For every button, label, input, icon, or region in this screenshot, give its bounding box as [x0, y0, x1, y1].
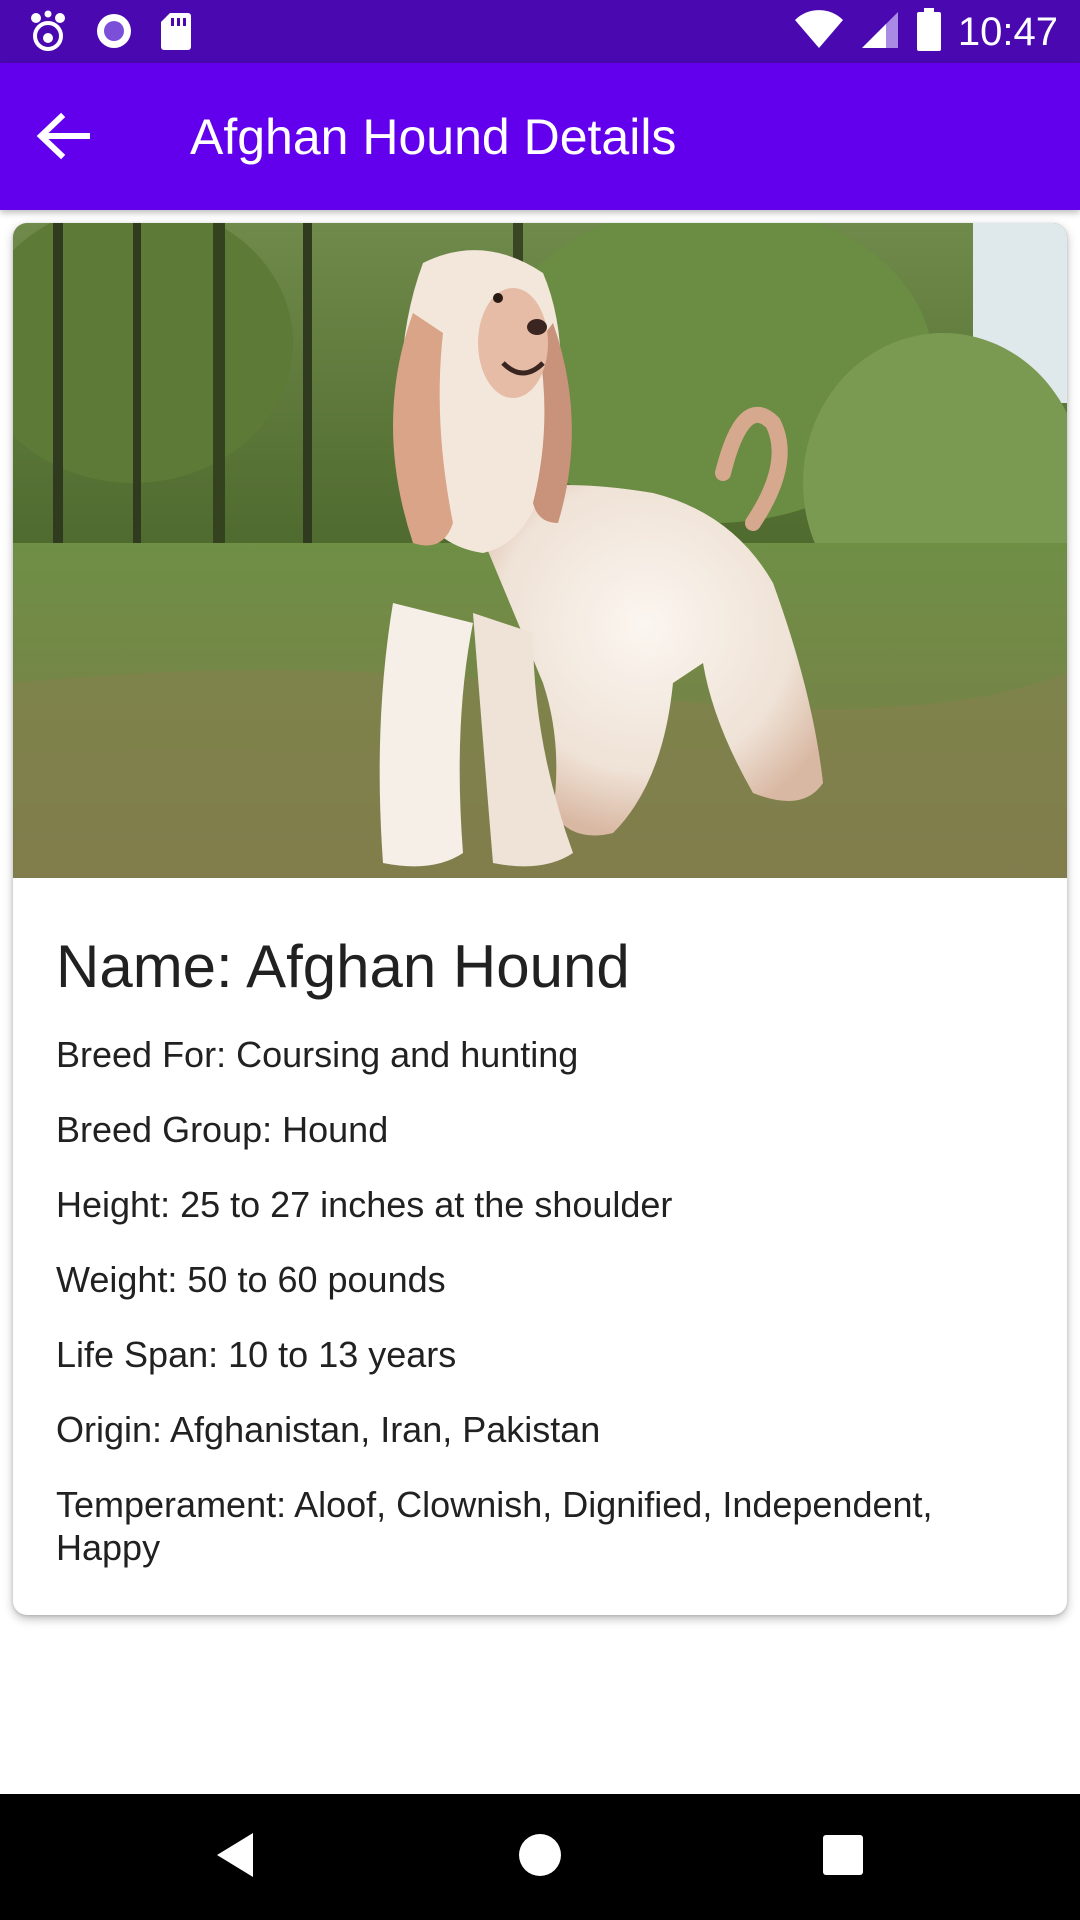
breed-name: Name: Afghan Hound — [56, 933, 630, 1000]
life-span-text: Life Span: 10 to 13 years — [56, 1334, 457, 1375]
back-button[interactable] — [22, 103, 104, 173]
wifi-icon — [794, 9, 844, 55]
nav-recents-button[interactable] — [808, 1824, 878, 1890]
home-circle-icon — [517, 1832, 563, 1883]
dog-photo — [13, 223, 1067, 878]
sd-card-icon — [160, 11, 192, 56]
system-nav-bar — [0, 1794, 1080, 1920]
status-bar: 10:47 — [0, 0, 1080, 63]
breed-card: Name: Afghan Hound Breed For: Coursing a… — [13, 223, 1067, 1615]
breed-group-text: Breed Group: Hound — [56, 1109, 389, 1150]
battery-icon — [916, 7, 942, 57]
origin-text: Origin: Afghanistan, Iran, Pakistan — [56, 1409, 601, 1450]
app-bar: Afghan Hound Details — [0, 63, 1080, 210]
temperament-text: Temperament: Aloof, Clownish, Dignified,… — [56, 1484, 933, 1568]
recents-square-icon — [822, 1834, 864, 1881]
back-triangle-icon — [213, 1831, 257, 1884]
status-right-icons: 10:47 — [794, 6, 1058, 58]
height-text: Height: 25 to 27 inches at the shoulder — [56, 1184, 673, 1225]
status-time: 10:47 — [957, 10, 1058, 54]
nav-home-button[interactable] — [505, 1824, 575, 1890]
page-title: Afghan Hound Details — [190, 109, 677, 165]
bred-for-text: Breed For: Coursing and hunting — [56, 1034, 579, 1075]
nav-back-button[interactable] — [200, 1824, 270, 1890]
status-left-icons — [28, 10, 192, 57]
breed-info: Name: Afghan Hound Breed For: Coursing a… — [56, 931, 1026, 1601]
paw-icon — [28, 10, 68, 57]
record-icon — [94, 11, 134, 56]
arrow-left-icon — [35, 111, 91, 166]
weight-text: Weight: 50 to 60 pounds — [56, 1259, 446, 1300]
signal-icon — [860, 10, 900, 55]
